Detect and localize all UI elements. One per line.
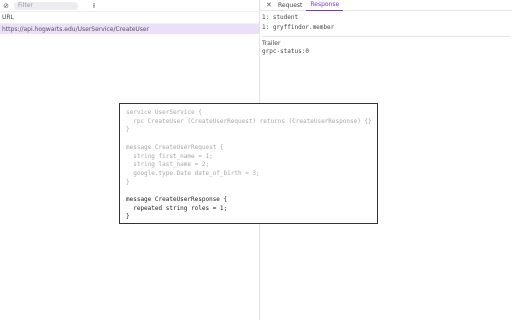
code-spacer xyxy=(126,187,371,196)
code-line: rpc CreateUser (CreateUserRequest) retur… xyxy=(126,117,372,125)
code-line: } xyxy=(126,178,130,186)
circle-slash-icon[interactable]: ⊘ xyxy=(2,2,10,10)
metadata-list: 1: student 1: gryffindor.member xyxy=(260,11,512,33)
code-line: message CreateUserResponse { xyxy=(126,196,228,204)
proto-definition-popup: service UserService { rpc CreateUser (Cr… xyxy=(119,103,378,224)
url-column-header: URL xyxy=(0,11,259,24)
code-line: google.type.Date date_of_birth = 3; xyxy=(126,169,260,177)
filter-field[interactable] xyxy=(14,1,78,10)
trailer-item: grpc-status:0 xyxy=(262,48,309,55)
upload-icon[interactable]: ⭱ xyxy=(90,2,98,10)
metadata-item: 1: gryffindor.member xyxy=(262,24,335,31)
filter-input[interactable] xyxy=(18,2,74,9)
code-line: repeated string roles = 1; xyxy=(126,204,228,212)
request-url: https://api.hogwarts.edu/UserService/Cre… xyxy=(2,25,150,33)
metadata-item: 1: student xyxy=(262,14,299,21)
code-line: service UserService { xyxy=(126,109,202,116)
code-line: string first_name = 1; xyxy=(126,152,213,160)
code-line: } xyxy=(126,126,130,134)
code-line: } xyxy=(126,213,130,221)
url-column-label: URL xyxy=(2,14,14,21)
requests-toolbar: ⊘ ⭱ xyxy=(0,0,259,11)
close-icon[interactable]: ✕ xyxy=(266,1,274,9)
code-line: string last_name = 2; xyxy=(126,161,210,169)
tab-request[interactable]: Request xyxy=(274,0,306,10)
code-line: message CreateUserRequest { xyxy=(126,143,224,151)
trailer-list: grpc-status:0 xyxy=(260,48,512,56)
code-spacer xyxy=(126,135,371,144)
trailer-heading: Trailer xyxy=(262,40,281,47)
details-tabs: ✕ Request Response xyxy=(260,0,512,11)
table-row[interactable]: https://api.hogwarts.edu/UserService/Cre… xyxy=(0,24,259,34)
tab-response[interactable]: Response xyxy=(306,0,344,11)
